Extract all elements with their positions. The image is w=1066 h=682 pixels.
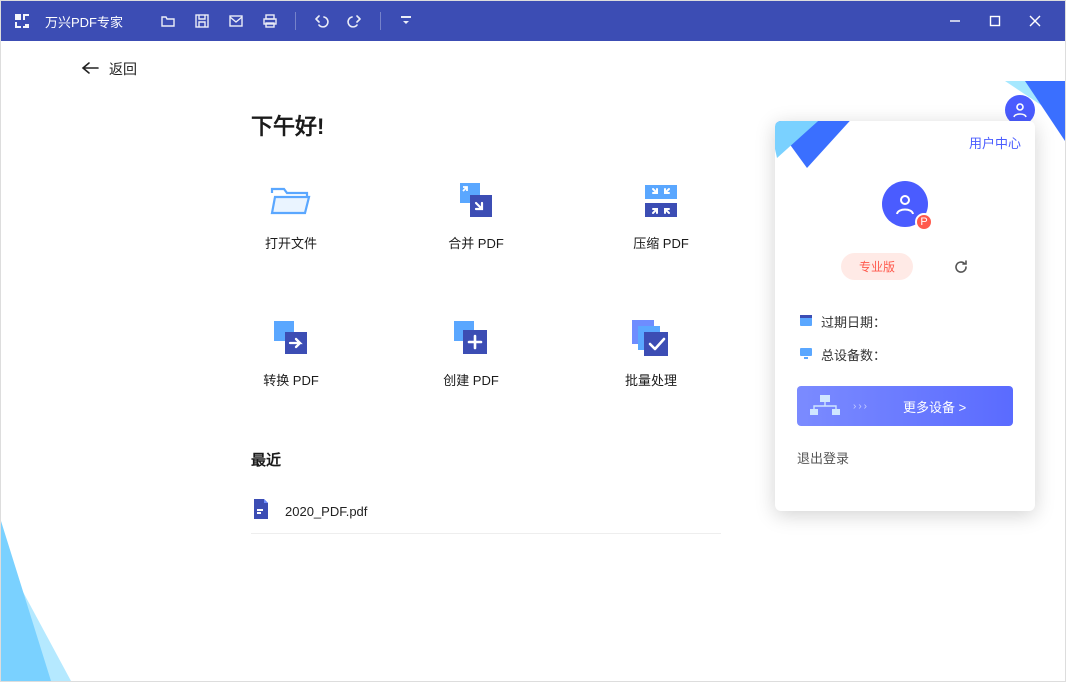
action-label: 合并 PDF	[448, 233, 504, 252]
pdf-file-icon	[251, 498, 271, 525]
monitor-icon	[799, 346, 813, 363]
action-label: 批量处理	[625, 370, 677, 389]
customize-toolbar-icon[interactable]	[391, 6, 421, 36]
undo-icon[interactable]	[306, 6, 336, 36]
action-create-pdf[interactable]: 创建 PDF	[431, 318, 511, 389]
compress-icon	[638, 181, 684, 221]
save-icon[interactable]	[187, 6, 217, 36]
quick-toolbar	[153, 6, 421, 36]
back-button[interactable]: 返回	[1, 41, 1065, 79]
redo-icon[interactable]	[340, 6, 370, 36]
devices-row: 总设备数：	[799, 345, 1035, 364]
close-button[interactable]	[1015, 1, 1055, 41]
folder-open-icon	[268, 181, 314, 221]
window-controls	[935, 1, 1055, 41]
recent-filename: 2020_PDF.pdf	[285, 504, 367, 519]
maximize-button[interactable]	[975, 1, 1015, 41]
avatar-container: P	[775, 181, 1035, 227]
pro-badge: P	[915, 213, 933, 231]
action-label: 打开文件	[265, 233, 317, 252]
decoration-bottom-left	[1, 521, 111, 681]
title-bar: 万兴PDF专家	[1, 1, 1065, 41]
minimize-button[interactable]	[935, 1, 975, 41]
open-icon[interactable]	[153, 6, 183, 36]
account-info: 过期日期： 总设备数：	[799, 312, 1035, 364]
action-convert-pdf[interactable]: 转换 PDF	[251, 318, 331, 389]
expiry-label: 过期日期：	[821, 312, 886, 331]
action-label: 转换 PDF	[263, 370, 319, 389]
action-batch-process[interactable]: 批量处理	[611, 318, 691, 389]
app-title: 万兴PDF专家	[45, 12, 123, 31]
convert-icon	[268, 318, 314, 358]
user-center-link[interactable]: 用户中心	[969, 133, 1021, 152]
action-compress-pdf[interactable]: 压缩 PDF	[621, 181, 701, 252]
user-panel: 用户中心 P 专业版 过期日期： 总设备数：	[775, 121, 1035, 511]
more-devices-button[interactable]: ››› 更多设备 >	[797, 386, 1013, 426]
action-open-file[interactable]: 打开文件	[251, 181, 331, 252]
more-devices-label: 更多设备 >	[903, 397, 966, 416]
merge-icon	[453, 181, 499, 221]
recent-file-item[interactable]: 2020_PDF.pdf	[251, 490, 721, 534]
plan-row: 专业版	[775, 253, 1035, 280]
back-label: 返回	[109, 59, 137, 79]
mail-icon[interactable]	[221, 6, 251, 36]
devices-network-icon	[797, 386, 853, 426]
batch-icon	[628, 318, 674, 358]
print-icon[interactable]	[255, 6, 285, 36]
calendar-icon	[799, 313, 813, 330]
arrows-icon: ›››	[853, 401, 883, 412]
back-arrow-icon	[81, 61, 99, 78]
panel-header: 用户中心	[775, 121, 1035, 161]
app-logo	[11, 10, 33, 32]
action-label: 压缩 PDF	[633, 233, 689, 252]
devices-label: 总设备数：	[821, 345, 886, 364]
refresh-icon[interactable]	[953, 259, 969, 275]
plan-pill: 专业版	[841, 253, 913, 280]
logout-link[interactable]: 退出登录	[797, 448, 1035, 467]
create-icon	[448, 318, 494, 358]
expiry-row: 过期日期：	[799, 312, 1035, 331]
action-merge-pdf[interactable]: 合并 PDF	[436, 181, 516, 252]
action-label: 创建 PDF	[443, 370, 499, 389]
main-content: 返回 下午好! 打开文件 合并 PDF 压缩 PDF OCR PDF	[1, 41, 1065, 681]
